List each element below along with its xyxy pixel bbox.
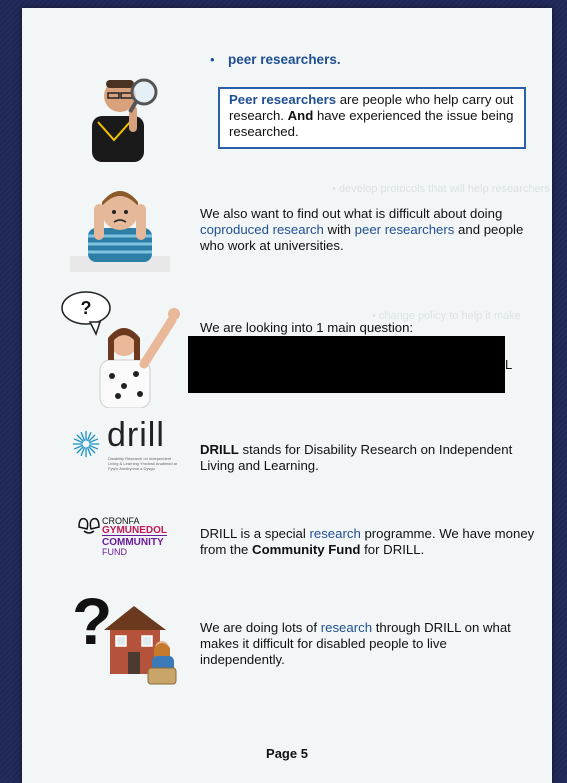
document-page: • cut out research tha··· • develop prot… xyxy=(22,8,552,783)
magnifying-glass-icon xyxy=(130,78,158,106)
section-difficulties-mid: with xyxy=(323,222,355,237)
section-difficulties-pre: We also want to find out what is difficu… xyxy=(200,206,503,221)
cronfa-line-4: FUND xyxy=(102,547,127,557)
redacted-trailing-text: L xyxy=(505,357,513,372)
question-mark: ? xyxy=(81,298,92,318)
community-fund-logo: CRONFA GYMUNEDOL COMMUNITY FUND xyxy=(76,513,186,568)
cronfa-line-3: COMMUNITY xyxy=(102,537,164,548)
definition-box: Peer researchers are people who help car… xyxy=(218,87,526,149)
drill-acronym: DRILL xyxy=(200,442,239,457)
magnifying-glass-person-illustration xyxy=(92,78,158,162)
research-term: research xyxy=(309,526,361,541)
drill-sunburst-icon xyxy=(72,430,100,458)
house-question-icon: ? xyxy=(72,586,177,685)
definition-emphasis: And xyxy=(287,108,314,123)
drill-logo-wordmark: drill xyxy=(107,416,165,454)
drill-definition-text: DRILL stands for Disability Research on … xyxy=(200,442,530,474)
page-number: Page 5 xyxy=(266,746,308,761)
raised-hand-person-illustration: ? xyxy=(61,291,180,408)
community-fund-hands-icon xyxy=(78,517,100,534)
main-question-text: We are looking into 1 main question: xyxy=(200,320,414,335)
coproduced-research-term: coproduced research xyxy=(200,222,324,237)
research-term-2: research xyxy=(320,620,373,635)
definition-term: Peer researchers xyxy=(229,92,337,107)
peer-researchers-term: peer researchers xyxy=(354,222,455,237)
worried-person-illustration xyxy=(70,191,170,272)
community-fund-post: for DRILL. xyxy=(360,542,425,557)
community-fund-pre: DRILL is a special xyxy=(200,526,310,541)
community-fund-text: DRILL is a special research programme. W… xyxy=(200,526,540,558)
research-drill-text: We are doing lots of research through DR… xyxy=(200,620,530,668)
section-difficulties-text: We also want to find out what is difficu… xyxy=(200,206,536,254)
svg-text:?: ? xyxy=(72,586,112,658)
drill-definition-rest: stands for Disability Research on Indepe… xyxy=(200,442,513,473)
bleed-through-text: • develop protocols that will help resea… xyxy=(332,183,550,195)
bullet-peer-researchers: peer researchers. xyxy=(228,52,341,67)
cronfa-line-2: GYMUNEDOL xyxy=(102,525,167,536)
redaction-block xyxy=(188,336,505,393)
research-drill-pre: We are doing lots of xyxy=(200,620,321,635)
community-fund-name: Community Fund xyxy=(252,542,361,557)
bullet-dot: • xyxy=(210,52,215,67)
drill-logo-subtitle: Disability Research on Independent Livin… xyxy=(108,456,178,471)
